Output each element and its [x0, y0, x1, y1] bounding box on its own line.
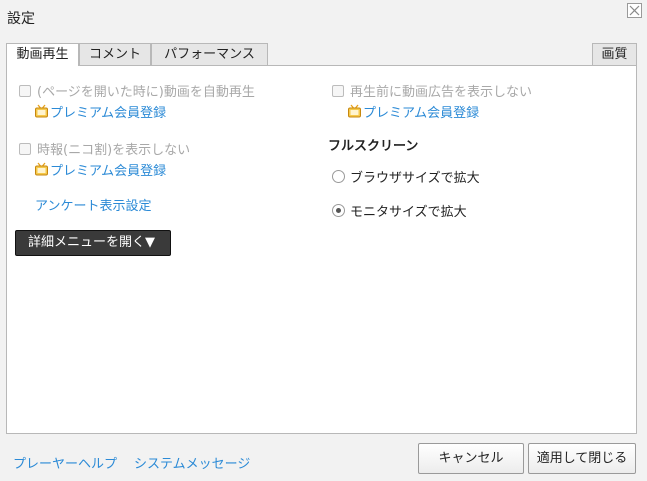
tab-performance[interactable]: パフォーマンス	[151, 43, 268, 66]
fullscreen-option-monitor[interactable]: モニタサイズで拡大	[332, 201, 467, 220]
settings-panel: (ページを開いた時に)動画を自動再生 プレミアム会員登録 時報(ニコ割)を表示し…	[6, 66, 637, 434]
premium-link-timesignal[interactable]: プレミアム会員登録	[34, 160, 166, 179]
timesignal-option: 時報(ニコ割)を表示しない	[19, 139, 190, 158]
autoplay-checkbox[interactable]	[19, 84, 31, 97]
close-icon	[629, 5, 640, 16]
hide-ads-option: 再生前に動画広告を表示しない	[332, 81, 532, 100]
premium-tv-icon	[35, 104, 48, 118]
autoplay-option: (ページを開いた時に)動画を自動再生	[19, 81, 255, 100]
system-message-link[interactable]: システムメッセージ	[134, 453, 250, 472]
player-help-link[interactable]: プレーヤーヘルプ	[13, 453, 117, 472]
premium-link-label: プレミアム会員登録	[50, 106, 167, 121]
fullscreen-browser-label: ブラウザサイズで拡大	[350, 171, 480, 186]
fullscreen-monitor-label: モニタサイズで拡大	[350, 205, 467, 220]
fullscreen-option-browser[interactable]: ブラウザサイズで拡大	[332, 167, 480, 186]
fullscreen-monitor-radio[interactable]	[332, 204, 345, 217]
premium-tv-icon	[35, 162, 48, 176]
settings-dialog: 設定 動画再生 コメント パフォーマンス 画質 (ページを開いた時に)動画を自動…	[0, 0, 647, 481]
fullscreen-section-title: フルスクリーン	[328, 139, 419, 154]
timesignal-label: 時報(ニコ割)を表示しない	[37, 143, 191, 158]
premium-link-label: プレミアム会員登録	[363, 106, 480, 121]
hide-ads-checkbox[interactable]	[332, 84, 344, 97]
cancel-button[interactable]: キャンセル	[418, 443, 524, 474]
detail-menu-button[interactable]: 詳細メニューを開く▼	[15, 230, 171, 256]
apply-close-button[interactable]: 適用して閉じる	[528, 443, 636, 474]
tab-video-playback[interactable]: 動画再生	[6, 43, 79, 67]
tab-bar: 動画再生 コメント パフォーマンス 画質	[6, 43, 637, 67]
autoplay-label: (ページを開いた時に)動画を自動再生	[37, 85, 255, 100]
fullscreen-browser-radio[interactable]	[332, 170, 345, 183]
premium-tv-icon	[348, 104, 361, 118]
premium-link-ads[interactable]: プレミアム会員登録	[347, 102, 479, 121]
survey-settings-link[interactable]: アンケート表示設定	[35, 195, 151, 214]
tab-quality[interactable]: 画質	[592, 43, 637, 66]
dialog-title: 設定	[7, 11, 35, 27]
timesignal-checkbox[interactable]	[19, 142, 31, 155]
close-button[interactable]	[627, 3, 642, 18]
hide-ads-label: 再生前に動画広告を表示しない	[350, 85, 533, 100]
premium-link-label: プレミアム会員登録	[50, 164, 167, 179]
tab-comment[interactable]: コメント	[79, 43, 151, 66]
premium-link-autoplay[interactable]: プレミアム会員登録	[34, 102, 166, 121]
